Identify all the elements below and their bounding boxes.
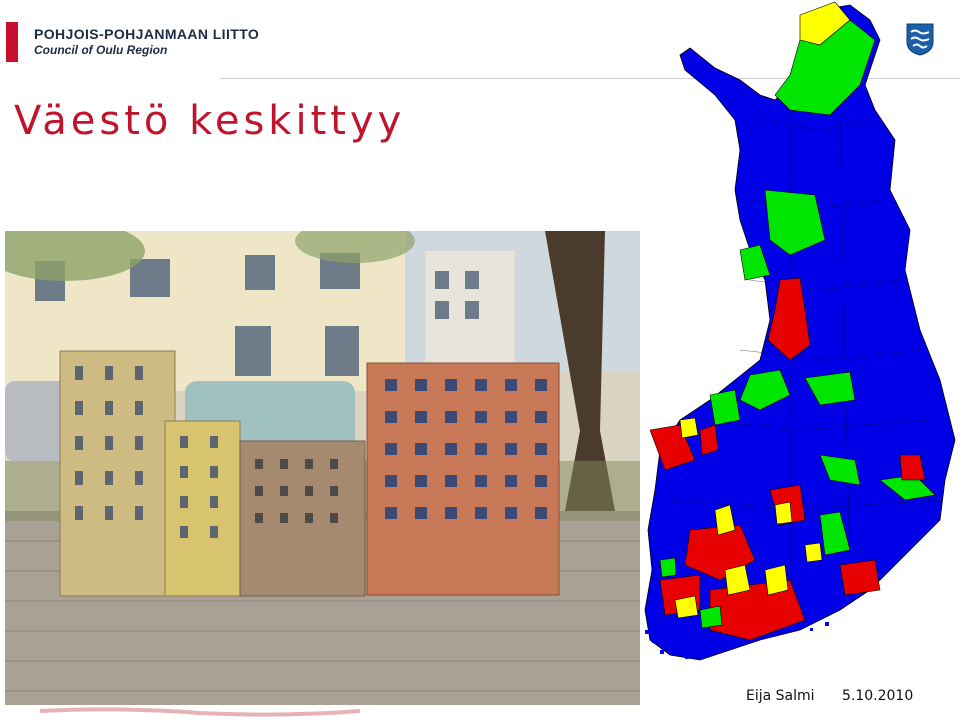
street-photo: [5, 231, 640, 705]
org-subtitle: Council of Oulu Region: [34, 43, 168, 57]
brand-bar: [6, 22, 18, 62]
finnish-crest-icon: [905, 22, 935, 56]
finland-map: [640, 0, 960, 670]
footer-author: Eija Salmi: [746, 688, 815, 704]
footer-decoration: [0, 704, 960, 717]
slide-title: Väestö keskittyy: [14, 98, 406, 144]
footer-date: 5.10.2010: [842, 688, 914, 704]
org-name: POHJOIS-POHJANMAAN LIITTO: [34, 26, 260, 42]
